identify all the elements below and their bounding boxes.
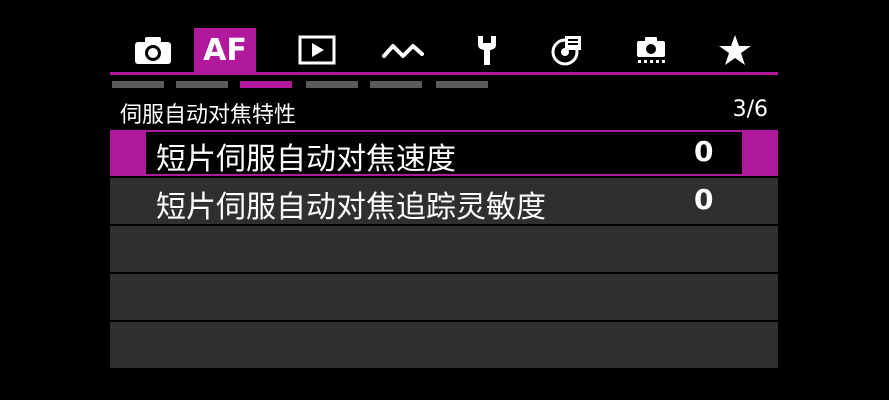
- menu-item-label: 短片伺服自动对焦追踪灵敏度: [156, 190, 546, 225]
- star-icon: [719, 35, 751, 65]
- page-dot: [112, 81, 164, 88]
- menu-item-movie-servo-af-tracking-sensitivity[interactable]: 短片伺服自动对焦追踪灵敏度 0: [110, 178, 778, 226]
- play-icon: [298, 35, 336, 65]
- wrench-icon: [478, 36, 496, 65]
- wave-icon: [382, 44, 424, 58]
- page-title: 伺服自动对焦特性: [120, 103, 297, 128]
- page-dot: [176, 81, 228, 88]
- tab-assist[interactable]: [536, 28, 598, 72]
- menu-item-label: 短片伺服自动对焦速度: [156, 142, 456, 177]
- tab-custom[interactable]: [620, 28, 682, 72]
- tab-underline: [110, 72, 778, 75]
- tab-camera[interactable]: [122, 28, 184, 72]
- menu-item-empty: [110, 322, 778, 370]
- menu-item-value: 0: [694, 135, 714, 168]
- custom-camera-icon: [637, 37, 665, 63]
- menu-header: 伺服自动对焦特性 3/6: [110, 92, 778, 130]
- page-indicator: [110, 81, 510, 89]
- menu-item-empty: [110, 226, 778, 274]
- menu-item-value: 0: [694, 183, 714, 216]
- page-number: 3/6: [732, 97, 768, 122]
- tab-playback[interactable]: [286, 28, 348, 72]
- page-dot-active: [240, 81, 292, 88]
- menu-list: 短片伺服自动对焦速度 0 短片伺服自动对焦追踪灵敏度 0: [110, 130, 778, 370]
- page-dot: [306, 81, 358, 88]
- menu-item-movie-servo-af-speed[interactable]: 短片伺服自动对焦速度 0: [110, 130, 778, 178]
- tab-setup[interactable]: [456, 28, 518, 72]
- tab-af-label: AF: [203, 32, 247, 68]
- camera-icon: [135, 37, 171, 64]
- tab-af[interactable]: AF: [194, 28, 256, 72]
- tab-network[interactable]: [372, 28, 434, 72]
- page-dot: [370, 81, 422, 88]
- page-dot: [436, 81, 488, 88]
- assist-icon: [551, 36, 581, 66]
- tab-mymenu[interactable]: [704, 28, 766, 72]
- menu-tab-bar: AF: [118, 28, 778, 72]
- menu-item-empty: [110, 274, 778, 322]
